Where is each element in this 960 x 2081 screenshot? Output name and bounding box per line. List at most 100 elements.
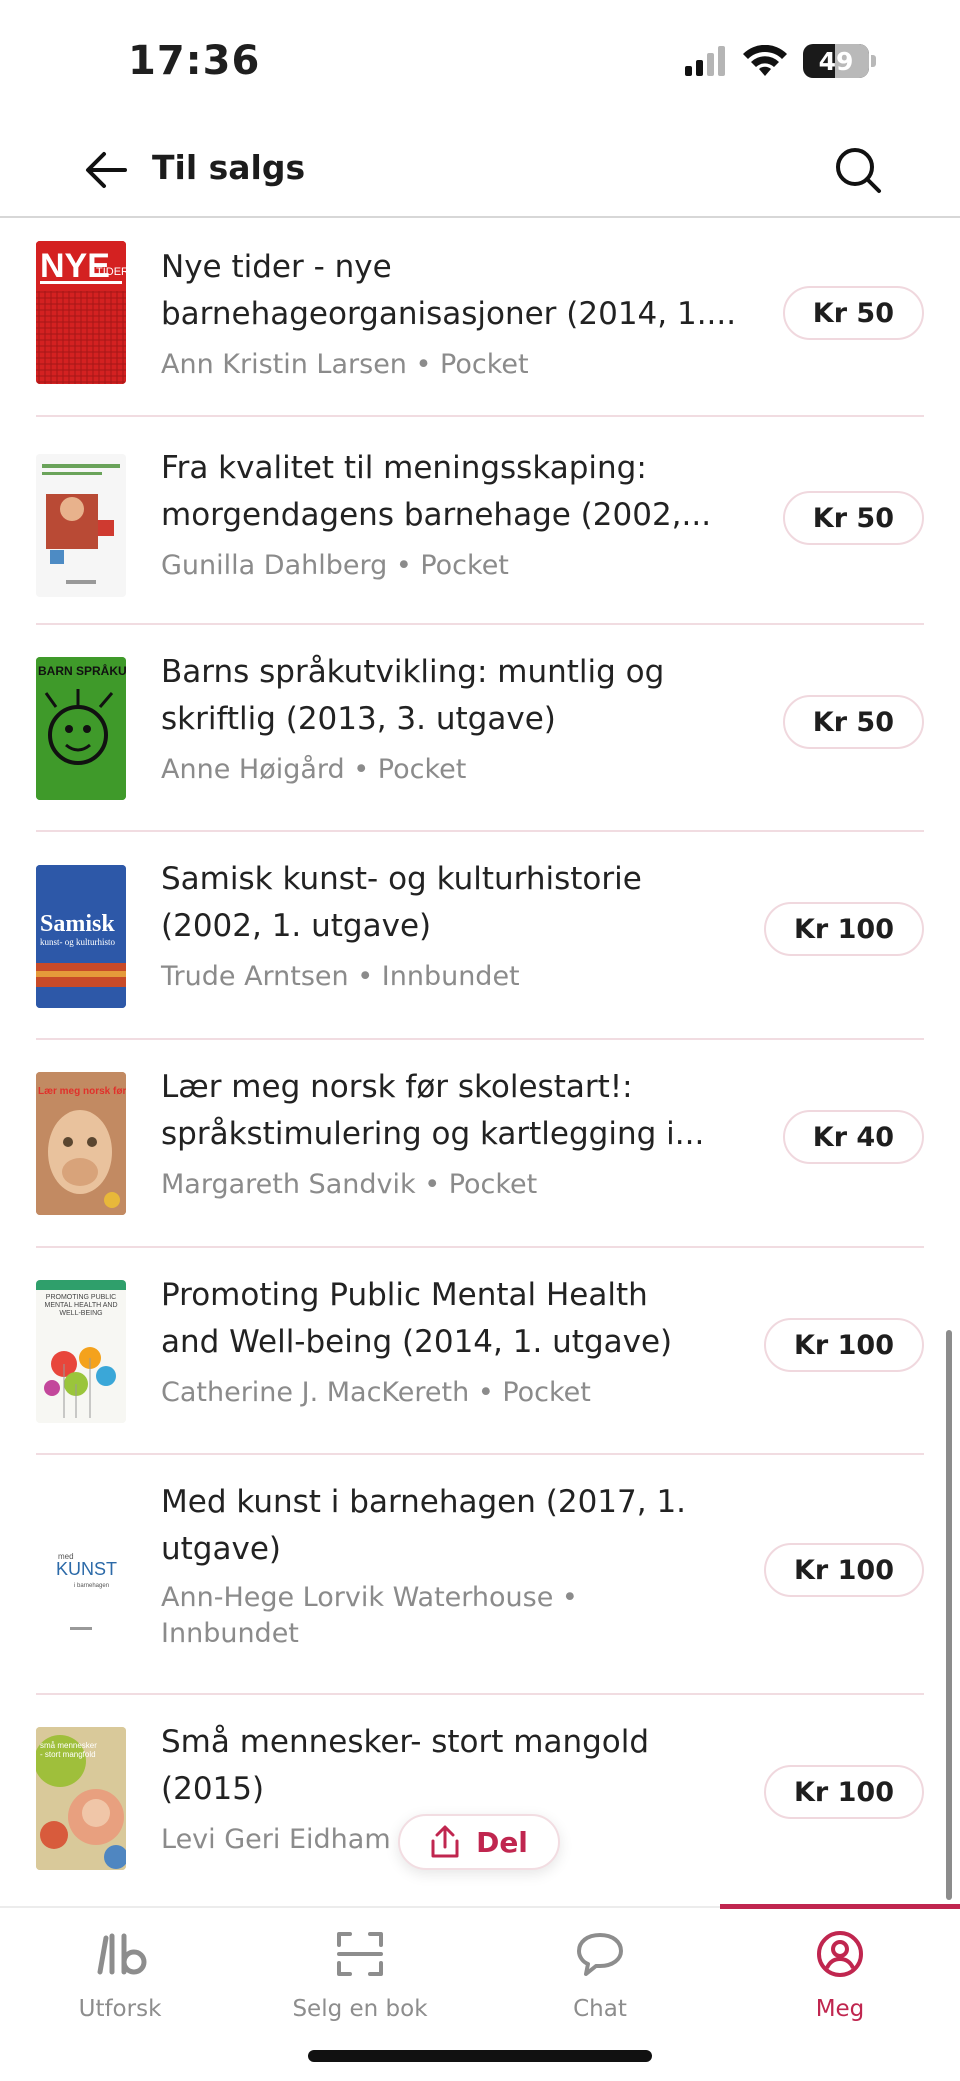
cover-art: BARN SPRÅKUTVIKLIN xyxy=(36,657,126,800)
book-title: Små mennesker- stort mangold (2015) xyxy=(161,1724,650,1807)
book-meta: Ann Kristin Larsen • Pocket xyxy=(161,349,529,380)
scrollbar[interactable] xyxy=(946,1330,952,1900)
page-title: Til salgs xyxy=(152,148,306,187)
svg-text:KUNST: KUNST xyxy=(56,1559,117,1579)
nav-tab-chat[interactable]: Chat xyxy=(480,1908,720,2048)
book-list: NYE TIDER Nye tider - nye barnehageorgan… xyxy=(0,220,960,1906)
cover-art: små mennesker - stort mangfold xyxy=(36,1727,126,1870)
book-cover: NYE TIDER xyxy=(36,241,126,384)
book-format: Pocket xyxy=(502,1377,591,1408)
cover-art: NYE TIDER xyxy=(36,241,126,384)
book-title: Samisk kunst- og kulturhistorie (2002, 1… xyxy=(161,861,642,944)
top-app-bar: Til salgs xyxy=(0,120,960,218)
logo-icon xyxy=(92,1926,148,1982)
price-badge[interactable]: Kr 100 xyxy=(764,902,924,956)
share-label: Del xyxy=(476,1825,528,1859)
status-icons: 49 xyxy=(685,44,876,78)
book-author: Ann Kristin Larsen xyxy=(161,349,407,380)
back-button[interactable] xyxy=(80,144,132,196)
wifi-icon xyxy=(743,45,787,76)
book-format: Pocket xyxy=(420,550,509,581)
list-item[interactable]: Samisk kunst- og kulturhisto Samisk kuns… xyxy=(36,832,924,1040)
book-meta: Trude Arntsen • Innbundet xyxy=(161,961,520,992)
nav-label: Utforsk xyxy=(78,1996,162,2022)
book-meta: Ann-Hege Lorvik Waterhouse • Innbundet xyxy=(161,1582,578,1649)
arrow-left-icon xyxy=(86,152,127,188)
book-cover: Samisk kunst- og kulturhisto xyxy=(36,865,126,1008)
list-item[interactable]: med KUNST i barnehagen Med kunst i barne… xyxy=(36,1455,924,1695)
list-item[interactable]: PROMOTING PUBLIC MENTAL HEALTH AND WELL-… xyxy=(36,1248,924,1455)
chat-icon xyxy=(575,1926,625,1982)
book-format: Pocket xyxy=(377,754,467,785)
nav-tab-selg-en-bok[interactable]: Selg en bok xyxy=(240,1908,480,2048)
book-author: Ann-Hege Lorvik Waterhouse xyxy=(161,1582,554,1613)
book-meta: Margareth Sandvik • Pocket xyxy=(161,1169,538,1200)
share-icon xyxy=(431,1825,459,1858)
book-author: Gunilla Dahlberg xyxy=(161,550,388,581)
nav-label: Meg xyxy=(815,1996,865,2022)
book-author: Trude Arntsen xyxy=(161,961,349,992)
scan-icon xyxy=(336,1926,384,1982)
book-cover xyxy=(36,454,126,597)
profile-icon xyxy=(815,1926,865,1982)
book-format: Innbundet xyxy=(381,961,520,992)
nav-tab-meg[interactable]: Meg xyxy=(720,1908,960,2048)
book-cover: PROMOTING PUBLIC MENTAL HEALTH AND WELL-… xyxy=(36,1280,126,1423)
price-badge[interactable]: Kr 100 xyxy=(764,1543,924,1597)
cover-art xyxy=(36,454,126,597)
svg-text:Lær meg norsk før skolestart!: Lær meg norsk før skolestart! xyxy=(38,1086,126,1097)
nav-label: Chat xyxy=(573,1996,627,2022)
list-item[interactable]: Fra kvalitet til meningsskaping: morgend… xyxy=(36,417,924,625)
book-author: Levi Geri Eidham xyxy=(161,1824,391,1855)
price-badge[interactable]: Kr 40 xyxy=(782,1110,924,1164)
status-time: 17:36 xyxy=(128,38,261,84)
svg-text:Samisk: Samisk xyxy=(40,911,115,937)
price-badge[interactable]: Kr 100 xyxy=(764,1765,924,1819)
book-title: Med kunst i barnehagen (2017, 1. utgave) xyxy=(161,1484,687,1567)
price-badge[interactable]: Kr 50 xyxy=(782,491,924,545)
search-icon xyxy=(836,148,881,193)
book-cover: Lær meg norsk før skolestart! xyxy=(36,1072,126,1215)
battery-indicator: 49 xyxy=(803,44,876,78)
svg-text:BARN SPRÅKUTVIKLIN: BARN SPRÅKUTVIKLIN xyxy=(38,663,126,678)
book-title: Lær meg norsk før skolestart!: språkstim… xyxy=(161,1069,705,1152)
nav-tab-utforsk[interactable]: Utforsk xyxy=(0,1908,240,2048)
share-button[interactable]: Del xyxy=(398,1814,560,1870)
book-title: Barns språkutvikling: muntlig og skriftl… xyxy=(161,654,665,737)
cover-art: med KUNST i barnehagen xyxy=(36,1503,126,1646)
book-format: Pocket xyxy=(440,349,529,380)
battery-icon: 49 xyxy=(803,44,869,78)
book-meta: Anne Høigård • Pocket xyxy=(161,754,467,785)
book-title: Nye tider - nye barnehageorganisasjoner … xyxy=(161,249,737,332)
price-badge[interactable]: Kr 50 xyxy=(782,695,924,749)
book-cover: BARN SPRÅKUTVIKLIN xyxy=(36,657,126,800)
price-badge[interactable]: Kr 100 xyxy=(764,1318,924,1372)
list-item[interactable]: BARN SPRÅKUTVIKLIN Barns språkutvikling:… xyxy=(36,625,924,832)
cover-art: PROMOTING PUBLIC MENTAL HEALTH AND WELL-… xyxy=(36,1280,126,1423)
book-meta: Gunilla Dahlberg • Pocket xyxy=(161,550,509,581)
cover-art: Lær meg norsk før skolestart! xyxy=(36,1072,126,1215)
book-meta: Catherine J. MacKereth • Pocket xyxy=(161,1377,591,1408)
list-item[interactable]: små mennesker - stort mangfold Små menne… xyxy=(36,1695,924,1906)
book-cover: små mennesker - stort mangfold xyxy=(36,1727,126,1870)
home-indicator[interactable] xyxy=(308,2050,652,2062)
battery-cap xyxy=(871,55,876,67)
svg-text:i barnehagen: i barnehagen xyxy=(74,1583,109,1589)
status-bar: 17:36 49 xyxy=(0,0,960,120)
battery-percent: 49 xyxy=(818,46,854,76)
list-item[interactable]: NYE TIDER Nye tider - nye barnehageorgan… xyxy=(36,220,924,417)
book-format: Innbundet xyxy=(161,1618,299,1649)
book-title: Fra kvalitet til meningsskaping: morgend… xyxy=(161,450,712,533)
price-badge[interactable]: Kr 50 xyxy=(782,286,924,340)
search-button[interactable] xyxy=(828,140,888,200)
cover-art: Samisk kunst- og kulturhisto xyxy=(36,865,126,1008)
signal-icon xyxy=(685,46,725,76)
nav-label: Selg en bok xyxy=(292,1996,428,2022)
book-format: Pocket xyxy=(448,1169,538,1200)
book-cover: med KUNST i barnehagen xyxy=(36,1503,126,1646)
book-title: Promoting Public Mental Health and Well-… xyxy=(161,1277,673,1360)
svg-text:TIDER: TIDER xyxy=(96,266,126,278)
book-author: Anne Høigård xyxy=(161,754,345,785)
list-item[interactable]: Lær meg norsk før skolestart! Lær meg no… xyxy=(36,1040,924,1248)
svg-text:kunst- og kulturhisto: kunst- og kulturhisto xyxy=(40,937,116,947)
